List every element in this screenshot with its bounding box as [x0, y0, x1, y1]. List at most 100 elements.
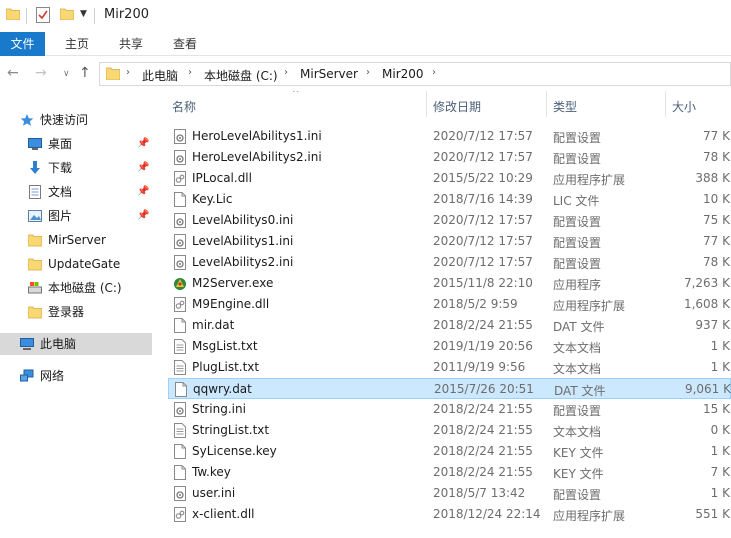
file-row[interactable]: PlugList.txt 2011/9/19 9:56 文本文档 1 K — [168, 357, 731, 378]
file-row[interactable]: qqwry.dat 2015/7/26 20:51 DAT 文件 9,061 K — [168, 378, 731, 399]
sidebar-item-downloads[interactable]: 下载 📌 — [0, 157, 152, 179]
quick-access-dropdown-icon[interactable]: ▼ — [80, 9, 87, 19]
column-divider[interactable] — [665, 91, 666, 117]
chevron-right-icon[interactable]: › — [188, 67, 192, 78]
file-type: KEY 文件 — [553, 446, 604, 460]
file-row[interactable]: M2Server.exe 2015/11/8 22:10 应用程序 7,263 K — [168, 273, 731, 294]
file-date: 2018/2/24 21:55 — [433, 423, 533, 437]
column-divider[interactable] — [426, 91, 427, 117]
file-date: 2015/11/8 22:10 — [433, 276, 533, 290]
sidebar-item-network[interactable]: 网络 — [0, 365, 152, 387]
file-name: LevelAbilitys1.ini — [192, 234, 294, 248]
file-row[interactable]: HeroLevelAbilitys2.ini 2020/7/12 17:57 配置设… — [168, 147, 731, 168]
folder-icon — [28, 306, 42, 319]
sidebar-item-quick-access[interactable]: 快速访问 — [0, 109, 152, 131]
text-file-icon — [174, 423, 186, 438]
chevron-right-icon[interactable]: › — [126, 67, 130, 78]
column-header-name[interactable]: 名称 — [172, 98, 196, 115]
file-row[interactable]: HeroLevelAbilitys1.ini 2020/7/12 17:57 配置设… — [168, 126, 731, 147]
file-row[interactable]: LevelAbilitys0.ini 2020/7/12 17:57 配置设置 75 … — [168, 210, 731, 231]
file-name: PlugList.txt — [192, 360, 260, 374]
column-header-type[interactable]: 类型 — [553, 98, 577, 115]
sidebar-item-documents[interactable]: 文档 📌 — [0, 181, 152, 203]
file-row[interactable]: x-client.dll 2018/12/24 22:14 应用程序扩展 551 K — [168, 504, 731, 525]
up-arrow-icon[interactable]: ↑ — [79, 65, 91, 81]
column-header-date[interactable]: 修改日期 — [433, 98, 481, 115]
pin-icon[interactable]: 📌 — [137, 181, 149, 203]
navigation-bar: ← → ∨ ↑ › 此电脑 › 本地磁盘 (C:) › MirServer › … — [0, 57, 731, 91]
recent-locations-chevron-icon[interactable]: ∨ — [63, 69, 70, 79]
breadcrumb-mirserver[interactable]: MirServer — [300, 67, 358, 81]
file-name: LevelAbilitys2.ini — [192, 255, 294, 269]
file-name: HeroLevelAbilitys1.ini — [192, 129, 322, 143]
file-row[interactable]: LevelAbilitys1.ini 2020/7/12 17:57 配置设置 77 … — [168, 231, 731, 252]
back-arrow-icon[interactable]: ← — [7, 65, 19, 81]
forward-arrow-icon[interactable]: → — [35, 65, 47, 81]
folder-icon[interactable] — [6, 8, 20, 20]
file-row[interactable]: Tw.key 2018/2/24 21:55 KEY 文件 7 K — [168, 462, 731, 483]
file-row[interactable]: mir.dat 2018/2/24 21:55 DAT 文件 937 K — [168, 315, 731, 336]
settings-file-icon — [174, 402, 186, 417]
tab-view[interactable]: 查看 — [160, 32, 210, 56]
file-size: 1 K — [710, 339, 730, 353]
tab-home[interactable]: 主页 — [52, 32, 102, 56]
file-type: 配置设置 — [553, 488, 602, 502]
sidebar-item-label: MirServer — [48, 233, 106, 247]
tab-file[interactable]: 文件 — [0, 32, 45, 56]
file-row[interactable]: LevelAbilitys2.ini 2020/7/12 17:57 配置设置 78 … — [168, 252, 731, 273]
chevron-right-icon[interactable]: › — [284, 67, 288, 78]
sidebar-item-label: 文档 — [48, 185, 73, 199]
file-size: 78 K — [703, 255, 730, 269]
file-row[interactable]: String.ini 2018/2/24 21:55 配置设置 15 K — [168, 399, 731, 420]
sidebar-item-pictures[interactable]: 图片 📌 — [0, 205, 152, 227]
file-name: StringList.txt — [192, 423, 270, 437]
file-row[interactable]: M9Engine.dll 2018/5/2 9:59 应用程序扩展 1,608 K — [168, 294, 731, 315]
file-row[interactable]: user.ini 2018/5/7 13:42 配置设置 1 K — [168, 483, 731, 504]
pin-icon[interactable]: 📌 — [137, 205, 149, 227]
column-header-size[interactable]: 大小 — [672, 98, 696, 115]
sidebar-item-mirserver[interactable]: MirServer — [0, 229, 152, 251]
exe-file-icon — [174, 278, 186, 290]
settings-file-icon — [174, 150, 186, 165]
pin-icon[interactable]: 📌 — [137, 157, 149, 179]
sidebar-item-desktop[interactable]: 桌面 📌 — [0, 133, 152, 155]
file-size: 551 K — [695, 507, 730, 521]
file-row[interactable]: SyLicense.key 2018/2/24 21:55 KEY 文件 1 K — [168, 441, 731, 462]
file-size: 1 K — [710, 486, 730, 500]
sidebar-item-local-disk[interactable]: 本地磁盘 (C:) — [0, 277, 152, 299]
breadcrumb-mir200[interactable]: Mir200 — [382, 67, 424, 81]
title-bar: ▼ Mir200 — [0, 0, 731, 32]
file-row[interactable]: MsgList.txt 2019/1/19 20:56 文本文档 1 K — [168, 336, 731, 357]
file-size: 1 K — [710, 360, 730, 374]
properties-icon[interactable] — [36, 7, 50, 23]
file-name: M2Server.exe — [192, 276, 274, 290]
address-bar[interactable]: › 此电脑 › 本地磁盘 (C:) › MirServer › Mir200 › — [99, 62, 731, 86]
breadcrumb-local-disk[interactable]: 本地磁盘 (C:) — [204, 67, 278, 84]
toolbar-separator — [26, 8, 27, 24]
file-row[interactable]: IPLocal.dll 2015/5/22 10:29 应用程序扩展 388 K — [168, 168, 731, 189]
new-folder-icon[interactable] — [60, 8, 74, 20]
file-type: LIC 文件 — [553, 194, 600, 208]
file-type: 应用程序扩展 — [553, 173, 626, 187]
file-date: 2015/7/26 20:51 — [434, 382, 534, 396]
sidebar-item-updategate[interactable]: UpdateGate — [0, 253, 152, 275]
chevron-right-icon[interactable]: › — [366, 67, 370, 78]
folder-icon — [28, 258, 42, 271]
file-date: 2018/2/24 21:55 — [433, 444, 533, 458]
pin-icon[interactable]: 📌 — [137, 133, 149, 155]
file-row[interactable]: StringList.txt 2018/2/24 21:55 文本文档 0 K — [168, 420, 731, 441]
tab-share[interactable]: 共享 — [106, 32, 156, 56]
sidebar-item-this-pc[interactable]: 此电脑 — [0, 333, 152, 355]
file-type: 配置设置 — [553, 257, 602, 271]
file-date: 2020/7/12 17:57 — [433, 234, 533, 248]
column-divider[interactable] — [546, 91, 547, 117]
settings-file-icon — [174, 213, 186, 228]
chevron-right-icon[interactable]: › — [432, 67, 436, 78]
file-size: 9,061 K — [684, 382, 731, 396]
file-name: IPLocal.dll — [192, 171, 252, 185]
file-row[interactable]: Key.Lic 2018/7/16 14:39 LIC 文件 10 K — [168, 189, 731, 210]
sidebar-item-label: 此电脑 — [40, 337, 77, 351]
sidebar-item-login-launcher[interactable]: 登录器 — [0, 301, 152, 323]
breadcrumb-this-pc[interactable]: 此电脑 — [142, 67, 178, 84]
file-name: user.ini — [192, 486, 236, 500]
